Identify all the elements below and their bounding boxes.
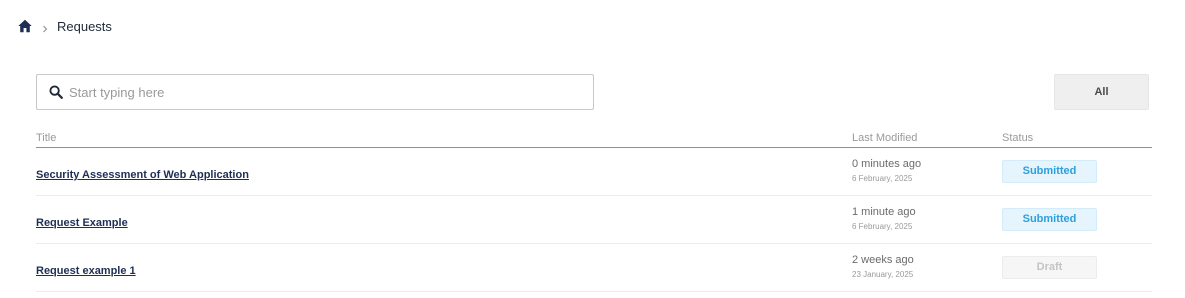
home-icon[interactable] [18, 19, 32, 33]
table-header: Title Last Modified Status [36, 130, 1152, 148]
breadcrumb: Requests [18, 17, 112, 35]
search-box[interactable] [36, 74, 594, 110]
breadcrumb-current: Requests [57, 18, 112, 34]
filter-all-button[interactable]: All [1054, 74, 1149, 110]
modified-date: 6 February, 2025 [852, 174, 913, 183]
table-row[interactable]: Security Assessment of Web Application 0… [36, 148, 1152, 196]
request-title-link[interactable]: Security Assessment of Web Application [36, 169, 249, 181]
request-title-link[interactable]: Request example 1 [36, 265, 136, 277]
column-header-status[interactable]: Status [1002, 132, 1033, 144]
chevron-right-icon [40, 21, 50, 33]
modified-relative: 1 minute ago [852, 206, 916, 218]
search-icon [49, 85, 63, 99]
request-title-link[interactable]: Request Example [36, 217, 128, 229]
status-badge: Submitted [1002, 208, 1097, 231]
modified-date: 6 February, 2025 [852, 222, 913, 231]
table-row[interactable]: Request example 1 2 weeks ago 23 January… [36, 244, 1152, 292]
column-header-last-modified[interactable]: Last Modified [852, 132, 917, 144]
modified-relative: 0 minutes ago [852, 158, 922, 170]
status-badge: Submitted [1002, 160, 1097, 183]
modified-relative: 2 weeks ago [852, 254, 914, 266]
column-header-title[interactable]: Title [36, 132, 56, 144]
status-badge: Draft [1002, 256, 1097, 279]
modified-date: 23 January, 2025 [852, 270, 914, 279]
search-input[interactable] [69, 75, 593, 109]
requests-table: Title Last Modified Status Security Asse… [36, 130, 1152, 292]
table-row[interactable]: Request Example 1 minute ago 6 February,… [36, 196, 1152, 244]
